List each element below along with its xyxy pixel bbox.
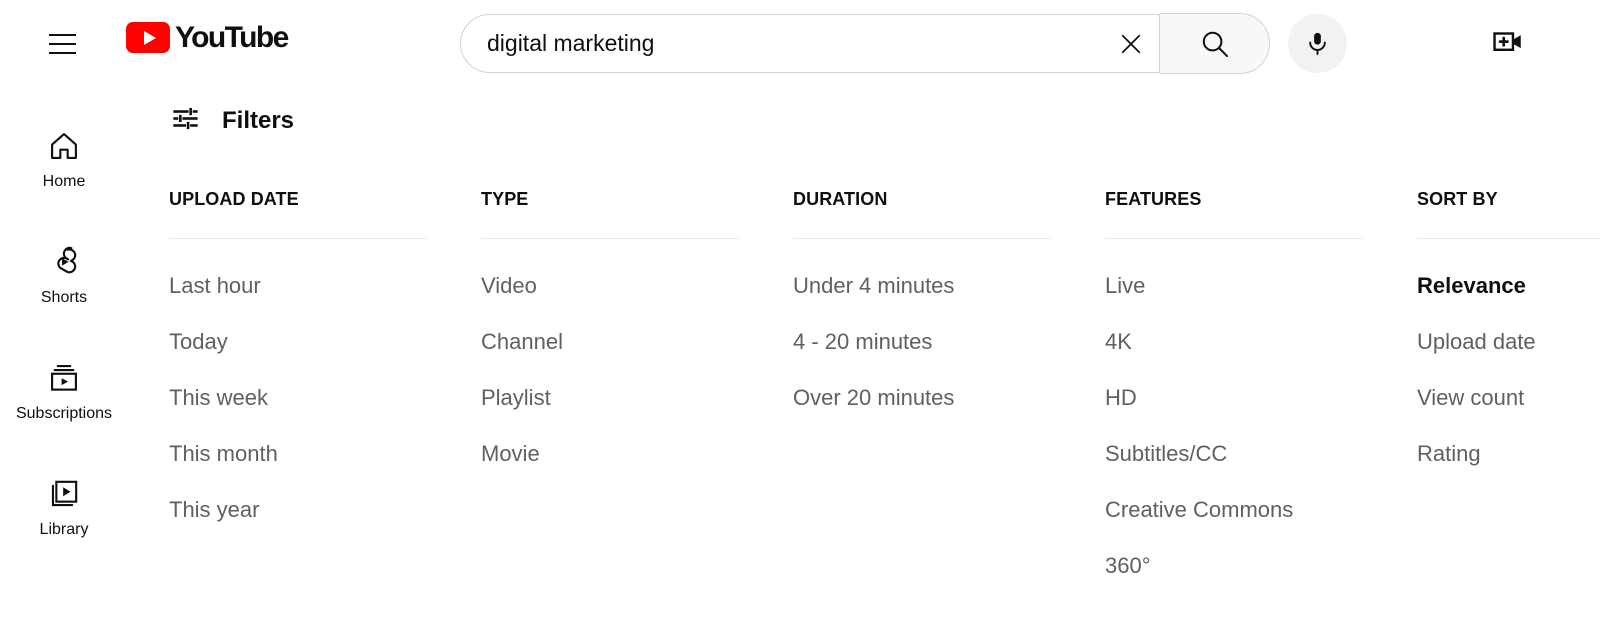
- sidebar-item-label: Library: [39, 521, 89, 538]
- sidebar-item-label: Shorts: [40, 289, 88, 306]
- column-title: SORT BY: [1417, 189, 1498, 209]
- magnifier-icon: [1202, 31, 1228, 57]
- hamburger-line: [48, 43, 76, 45]
- column-title: UPLOAD DATE: [169, 189, 299, 209]
- filter-option[interactable]: Upload date: [1417, 331, 1536, 353]
- sidebar-item-library[interactable]: Library: [0, 448, 128, 564]
- close-x-icon[interactable]: [1103, 16, 1159, 72]
- youtube-wordmark: YouTube: [175, 20, 289, 54]
- filter-column-upload-date: UPLOAD DATE Last hour Today This week Th…: [169, 190, 481, 611]
- filter-option[interactable]: This year: [169, 499, 259, 521]
- filter-option[interactable]: HD: [1105, 387, 1137, 409]
- column-divider: [1417, 238, 1600, 239]
- column-divider: [481, 238, 739, 239]
- column-items: Last hour Today This week This month Thi…: [169, 275, 481, 555]
- shorts-icon: [47, 242, 81, 282]
- column-items: Relevance Upload date View count Rating: [1417, 275, 1567, 499]
- search-group: [460, 13, 1347, 74]
- filter-option[interactable]: Rating: [1417, 443, 1481, 465]
- filter-option[interactable]: 4 - 20 minutes: [793, 331, 932, 353]
- filter-option[interactable]: Under 4 minutes: [793, 275, 954, 297]
- filter-option[interactable]: Movie: [481, 443, 540, 465]
- sidebar-item-home[interactable]: Home: [0, 100, 128, 216]
- filter-option[interactable]: Subtitles/CC: [1105, 443, 1227, 465]
- filter-column-type: TYPE Video Channel Playlist Movie: [481, 190, 793, 611]
- sidebar-item-label: Home: [42, 173, 86, 190]
- column-title: TYPE: [481, 189, 529, 209]
- create-video-button[interactable]: [1484, 18, 1532, 66]
- column-items: Under 4 minutes 4 - 20 minutes Over 20 m…: [793, 275, 1105, 443]
- subscriptions-icon: [47, 358, 81, 398]
- column-divider: [793, 238, 1051, 239]
- column-items: Video Channel Playlist Movie: [481, 275, 793, 499]
- sidebar-item-label: Subscriptions: [15, 405, 113, 422]
- sidebar-item-subscriptions[interactable]: Subscriptions: [0, 332, 128, 448]
- filter-option[interactable]: Playlist: [481, 387, 551, 409]
- filter-option[interactable]: Video: [481, 275, 537, 297]
- filters-label: Filters: [222, 107, 295, 134]
- home-icon: [47, 126, 81, 166]
- filter-option[interactable]: 360°: [1105, 555, 1151, 577]
- filter-option[interactable]: View count: [1417, 387, 1524, 409]
- search-button[interactable]: [1160, 13, 1270, 74]
- filter-option[interactable]: Channel: [481, 331, 563, 353]
- sidebar: Home Shorts Subscriptions Library: [0, 100, 128, 564]
- tune-sliders-icon: [170, 103, 201, 139]
- filter-grid: UPLOAD DATE Last hour Today This week Th…: [169, 189, 1600, 611]
- filters-toggle[interactable]: Filters: [170, 103, 294, 139]
- filter-column-sort-by: SORT BY Relevance Upload date View count…: [1417, 189, 1600, 611]
- column-title: FEATURES: [1105, 189, 1202, 209]
- create-video-icon: [1493, 32, 1521, 51]
- youtube-logo[interactable]: YouTube: [126, 20, 289, 54]
- search-input[interactable]: [487, 15, 1103, 72]
- filter-option[interactable]: Relevance: [1417, 275, 1526, 297]
- filter-option[interactable]: Today: [169, 331, 228, 353]
- column-items: Live 4K HD Subtitles/CC Creative Commons…: [1105, 275, 1417, 611]
- search-box[interactable]: [460, 14, 1160, 73]
- library-icon: [47, 474, 81, 514]
- sidebar-item-shorts[interactable]: Shorts: [0, 216, 128, 332]
- play-triangle: [143, 30, 156, 45]
- youtube-play-icon: [126, 22, 170, 53]
- filter-option[interactable]: Last hour: [169, 275, 261, 297]
- hamburger-line: [48, 52, 76, 54]
- filter-option[interactable]: Live: [1105, 275, 1145, 297]
- microphone-icon: [1309, 32, 1326, 55]
- filter-column-features: FEATURES Live 4K HD Subtitles/CC Creativ…: [1105, 190, 1417, 611]
- filter-option[interactable]: 4K: [1105, 331, 1132, 353]
- column-title: DURATION: [793, 189, 888, 209]
- column-divider: [1105, 238, 1363, 239]
- microphone-button[interactable]: [1288, 14, 1347, 73]
- filter-option[interactable]: Over 20 minutes: [793, 387, 954, 409]
- filter-column-duration: DURATION Under 4 minutes 4 - 20 minutes …: [793, 190, 1105, 611]
- hamburger-menu-icon[interactable]: [38, 20, 86, 68]
- filter-option[interactable]: This week: [169, 387, 268, 409]
- hamburger-line: [48, 34, 76, 36]
- filter-option[interactable]: This month: [169, 443, 278, 465]
- filter-option[interactable]: Creative Commons: [1105, 499, 1293, 521]
- column-divider: [169, 238, 427, 239]
- top-bar: YouTube: [0, 0, 1600, 84]
